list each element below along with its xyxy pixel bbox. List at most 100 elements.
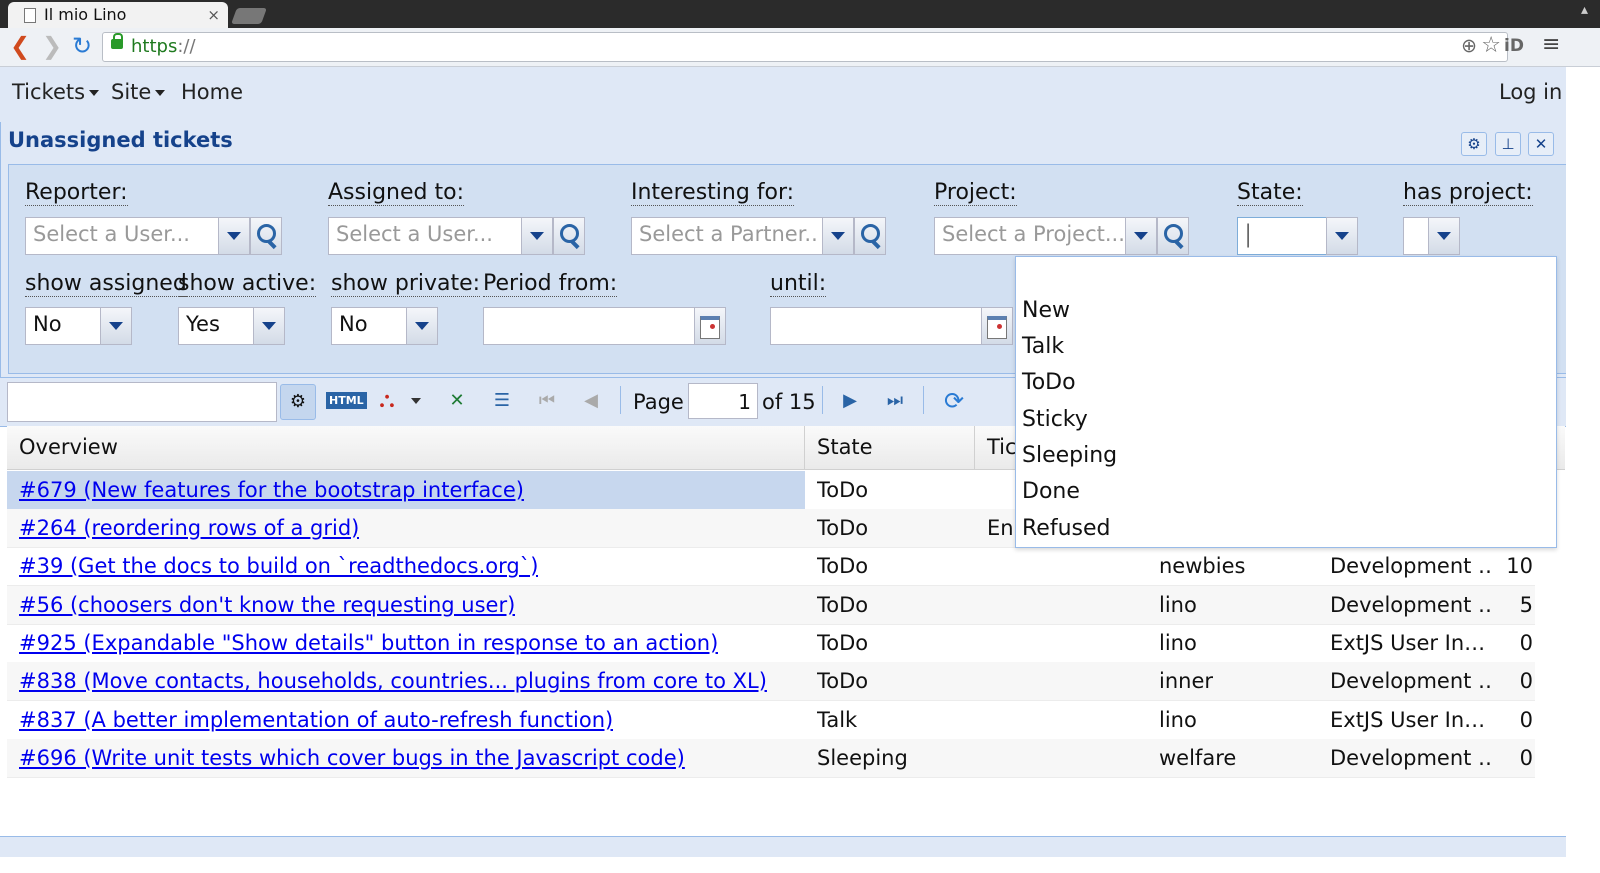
tab-close-icon[interactable]: × (207, 2, 220, 28)
ticket-link[interactable]: #264 (reordering rows of a grid) (19, 509, 359, 547)
reporter-search-trigger[interactable] (250, 217, 282, 255)
has-project-combo[interactable] (1403, 217, 1460, 255)
state-combo[interactable]: | (1237, 217, 1358, 255)
pin-icon[interactable]: ⊥ (1495, 132, 1521, 156)
assigned-to-search-trigger[interactable] (553, 217, 585, 255)
state-option-sleeping[interactable]: Sleeping (1022, 438, 1117, 474)
site-cell: Development … (1330, 746, 1490, 770)
search-icon (257, 224, 276, 243)
show-active-value: Yes (186, 312, 220, 336)
bookmark-star-icon[interactable]: ☆ (1481, 33, 1501, 58)
ticket-link[interactable]: #679 (New features for the bootstrap int… (19, 471, 524, 509)
table-row[interactable]: #56 (choosers don't know the requesting … (7, 586, 1535, 625)
until-date-trigger[interactable] (981, 307, 1013, 345)
has-project-dropdown-trigger[interactable] (1428, 217, 1460, 255)
state-option-talk[interactable]: Talk (1022, 329, 1064, 365)
browser-menu-icon[interactable]: ≡ (1542, 32, 1560, 57)
page-icon (24, 8, 36, 23)
new-tab-button[interactable] (231, 8, 267, 24)
excel-icon[interactable]: ✕ (440, 384, 474, 418)
show-private-trigger[interactable] (406, 307, 438, 345)
assigned-to-combo[interactable]: Select a User... (328, 217, 585, 255)
page-scrollbar[interactable] (1566, 67, 1600, 873)
chevron-down-icon (262, 322, 276, 330)
zoom-icon[interactable]: ⊕ (1461, 35, 1477, 57)
ticket-link[interactable]: #838 (Move contacts, households, countri… (19, 662, 767, 700)
state-option-sticky[interactable]: Sticky (1022, 402, 1088, 438)
refresh-icon[interactable]: ⟳ (937, 384, 971, 418)
table-row[interactable]: #925 (Expandable "Show details" button i… (7, 624, 1535, 663)
browser-tab[interactable]: Il mio Lino × (8, 2, 228, 28)
site-cell: ExtJS User In… (1330, 631, 1486, 655)
settings-gear-icon[interactable]: ⚙ (1461, 132, 1487, 156)
interesting-for-combo[interactable]: Select a Partner.. (631, 217, 886, 255)
reporter-combo[interactable]: Select a User... (25, 217, 282, 255)
ticket-link[interactable]: #696 (Write unit tests which cover bugs … (19, 739, 685, 777)
project-cell: lino (1159, 708, 1197, 732)
window-menu-icon[interactable]: ▴ (1581, 2, 1588, 18)
table-row[interactable]: #838 (Move contacts, households, countri… (7, 662, 1535, 701)
toolbar-separator (822, 386, 823, 414)
show-assigned-label: show assigned (25, 271, 187, 297)
ticket-link[interactable]: #837 (A better implementation of auto-re… (19, 701, 613, 739)
state-option-refused[interactable]: Refused (1022, 511, 1110, 547)
page-number-input[interactable]: 1 (688, 383, 758, 419)
table-row[interactable]: #39 (Get the docs to build on `readthedo… (7, 547, 1535, 586)
show-private-select[interactable]: No (331, 307, 438, 345)
project-combo[interactable]: Select a Project... (934, 217, 1189, 255)
last-page-icon[interactable]: ⏭ (878, 384, 912, 418)
number-cell: 10 (1506, 554, 1533, 578)
period-from-input[interactable] (483, 307, 726, 345)
address-bar[interactable]: https:// ⊕ ☆ (102, 32, 1508, 62)
ticket-link[interactable]: #39 (Get the docs to build on `readthedo… (19, 547, 538, 585)
menu-site[interactable]: Site (111, 80, 166, 104)
next-page-icon[interactable]: ▶ (833, 384, 867, 418)
interesting-for-dropdown-trigger[interactable] (822, 217, 854, 255)
show-assigned-trigger[interactable] (100, 307, 132, 345)
column-header-overview[interactable]: Overview (7, 426, 805, 469)
pdf-icon[interactable]: ⛬ (370, 384, 404, 418)
show-active-select[interactable]: Yes (178, 307, 285, 345)
detail-view-icon[interactable]: ☰ (485, 384, 519, 418)
html-export-icon[interactable]: HTML (326, 384, 367, 418)
period-from-date-trigger[interactable] (694, 307, 726, 345)
column-header-state[interactable]: State (805, 426, 975, 469)
ticket-link[interactable]: #56 (choosers don't know the requesting … (19, 586, 515, 624)
interesting-for-search-trigger[interactable] (854, 217, 886, 255)
back-icon[interactable]: ❮ (10, 34, 30, 58)
first-page-icon[interactable]: ⏮ (530, 384, 564, 418)
state-option-new[interactable]: New (1022, 293, 1070, 329)
reload-icon[interactable]: ↻ (72, 34, 92, 58)
reporter-label: Reporter: (25, 180, 128, 206)
table-row[interactable]: #837 (A better implementation of auto-re… (7, 701, 1535, 740)
previous-page-icon[interactable]: ◀ (574, 384, 608, 418)
show-assigned-select[interactable]: No (25, 307, 132, 345)
ticket-type-cell: En (987, 516, 1014, 540)
quick-search-input[interactable] (7, 382, 277, 422)
state-option-todo[interactable]: ToDo (1022, 365, 1076, 401)
toolbar-separator (923, 386, 924, 414)
login-link[interactable]: Log in (1499, 80, 1562, 104)
state-option-done[interactable]: Done (1022, 474, 1080, 510)
interesting-for-label: Interesting for: (631, 180, 795, 206)
table-row[interactable]: #696 (Write unit tests which cover bugs … (7, 739, 1535, 778)
grid-footer (0, 836, 1566, 857)
project-dropdown-trigger[interactable] (1125, 217, 1157, 255)
pdf-menu-chevron-icon[interactable] (404, 384, 424, 418)
state-cell: ToDo (817, 516, 869, 540)
ticket-link[interactable]: #925 (Expandable "Show details" button i… (19, 624, 718, 662)
search-icon (1164, 224, 1183, 243)
state-dropdown-trigger[interactable] (1326, 217, 1358, 255)
project-search-trigger[interactable] (1157, 217, 1189, 255)
extension-icon[interactable]: iD (1504, 36, 1524, 56)
state-cell: ToDo (817, 631, 869, 655)
until-input[interactable] (770, 307, 1013, 345)
assigned-to-dropdown-trigger[interactable] (521, 217, 553, 255)
reporter-dropdown-trigger[interactable] (218, 217, 250, 255)
grid-settings-icon[interactable]: ⚙ (280, 384, 316, 420)
show-active-trigger[interactable] (253, 307, 285, 345)
close-icon[interactable]: ✕ (1528, 132, 1554, 156)
menu-tickets[interactable]: Tickets (12, 80, 100, 104)
forward-icon[interactable]: ❯ (42, 34, 62, 58)
menu-home[interactable]: Home (181, 80, 243, 104)
